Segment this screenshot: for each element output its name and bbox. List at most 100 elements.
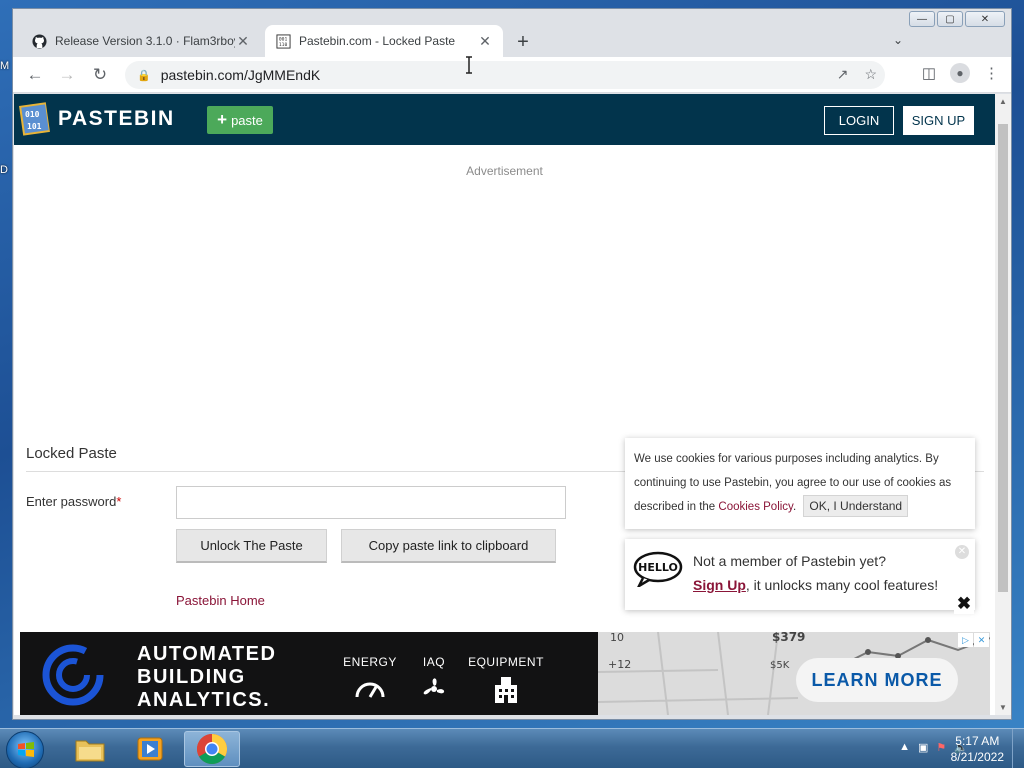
- taskbar-explorer[interactable]: [62, 731, 118, 767]
- hello-bubble-icon: HELLO: [633, 551, 683, 587]
- svg-text:101: 101: [27, 122, 42, 131]
- signup-promo: HELLO Not a member of Pastebin yet? Sign…: [625, 539, 975, 610]
- learn-more-button[interactable]: LEARN MORE: [796, 658, 958, 702]
- chrome-icon: [196, 734, 228, 765]
- windows-flag-icon: [18, 742, 34, 757]
- plus-icon: +: [217, 110, 228, 129]
- new-paste-label: paste: [231, 112, 263, 128]
- github-icon: [31, 33, 47, 49]
- svg-text:010: 010: [25, 110, 40, 119]
- network-icon[interactable]: ▣: [918, 741, 928, 754]
- ad-map-stat: $379: [772, 632, 805, 644]
- ad-headline-line: BUILDING: [137, 666, 246, 688]
- ad-headline: AUTOMATED BUILDING ANALYTICS.: [137, 643, 276, 712]
- promo-dismiss-icon[interactable]: ✕: [955, 545, 969, 559]
- tab-close-icon[interactable]: ✕: [235, 33, 251, 50]
- back-icon[interactable]: ←: [23, 63, 47, 87]
- tab-pastebin-locked[interactable]: 001 110 Pastebin.com - Locked Paste ✕: [265, 25, 503, 57]
- password-label: Enter password*: [26, 494, 121, 509]
- cookie-text-end: .: [792, 501, 797, 513]
- ad-brand-logo-icon: [42, 644, 104, 706]
- ad-close-icon[interactable]: ✖: [954, 594, 974, 614]
- ad-map-stat: $5K: [770, 660, 790, 671]
- new-tab-icon[interactable]: +: [513, 31, 533, 54]
- ad-close-small-icon[interactable]: ✕: [974, 633, 989, 647]
- page-viewport: 010 101 PASTEBIN + paste LOGIN SIGN UP A…: [14, 94, 995, 715]
- desktop-icon-label-fragment: D: [0, 164, 8, 176]
- adchoices-icon[interactable]: ▷: [958, 633, 973, 647]
- tab-title: Release Version 3.1.0 · Flam3rboy: [55, 34, 235, 48]
- promo-subline-text: , it unlocks many cool features!: [745, 577, 939, 593]
- show-desktop-button[interactable]: [1012, 729, 1024, 768]
- page-scrollbar[interactable]: ▲ ▼: [995, 94, 1011, 715]
- desktop-icon-label-fragment: M: [0, 60, 10, 72]
- start-button[interactable]: [6, 731, 44, 768]
- profile-avatar-icon[interactable]: ●: [950, 63, 970, 83]
- cookie-accept-button[interactable]: OK, I Understand: [803, 495, 909, 517]
- adchoices-badge[interactable]: ▷ ✕: [958, 633, 989, 647]
- ad-banner[interactable]: AUTOMATED BUILDING ANALYTICS. ENERGY IAQ…: [20, 632, 990, 715]
- pastebin-icon: 001 110: [275, 33, 291, 49]
- lock-icon[interactable]: 🔒: [137, 69, 151, 82]
- ad-category-iaq: IAQ: [418, 655, 450, 703]
- ad-map-stat: 10: [610, 632, 624, 644]
- share-icon[interactable]: ↗: [837, 66, 849, 83]
- svg-text:110: 110: [278, 42, 287, 48]
- copy-link-button[interactable]: Copy paste link to clipboard: [341, 529, 556, 563]
- taskbar-chrome[interactable]: [184, 731, 240, 767]
- media-player-icon: [137, 737, 163, 761]
- ad-headline-line: ANALYTICS.: [137, 689, 271, 711]
- svg-text:001: 001: [278, 36, 287, 42]
- login-button[interactable]: LOGIN: [824, 106, 894, 135]
- advertisement-label: Advertisement: [466, 164, 543, 178]
- bookmark-star-icon[interactable]: ☆: [864, 66, 877, 83]
- tab-close-icon[interactable]: ✕: [477, 33, 493, 50]
- required-mark: *: [116, 494, 122, 509]
- promo-headline: Not a member of Pastebin yet?: [693, 553, 886, 569]
- promo-subline: Sign Up, it unlocks many cool features!: [693, 577, 938, 593]
- scroll-down-icon[interactable]: ▼: [999, 703, 1007, 712]
- gauge-icon: [355, 682, 385, 698]
- tab-github-release[interactable]: Release Version 3.1.0 · Flam3rboy ✕: [21, 25, 261, 57]
- tray-expand-icon[interactable]: ▲: [899, 741, 910, 754]
- url-text[interactable]: pastebin.com/JgMMEndK: [161, 67, 321, 83]
- password-input[interactable]: [176, 486, 566, 519]
- fan-icon: [423, 678, 445, 695]
- action-center-flag-icon[interactable]: ⚑: [936, 741, 946, 754]
- clock-time: 5:17 AM: [955, 734, 1000, 748]
- signup-button[interactable]: SIGN UP: [903, 106, 974, 135]
- address-bar[interactable]: 🔒 pastebin.com/JgMMEndK ↗ ☆: [125, 61, 885, 89]
- svg-text:HELLO: HELLO: [638, 561, 678, 574]
- unlock-paste-button[interactable]: Unlock The Paste: [176, 529, 327, 563]
- tab-title: Pastebin.com - Locked Paste: [299, 34, 456, 48]
- pastebin-brand[interactable]: PASTEBIN: [58, 107, 175, 131]
- new-paste-button[interactable]: + paste: [207, 106, 273, 134]
- promo-signup-link[interactable]: Sign Up: [693, 577, 746, 593]
- scrollbar-thumb[interactable]: [998, 124, 1008, 592]
- ad-category-label: ENERGY: [343, 655, 397, 669]
- scroll-up-icon[interactable]: ▲: [999, 97, 1007, 106]
- ad-map-stat: +12: [608, 658, 631, 671]
- cookie-notice: We use cookies for various purposes incl…: [625, 438, 975, 529]
- folder-icon: [75, 740, 105, 762]
- clock[interactable]: 5:17 AM 8/21/2022: [951, 733, 1004, 765]
- browser-window: — ▢ ✕ Release Version 3.1.0 · Flam3rboy …: [12, 8, 1012, 720]
- text-cursor-icon: [466, 56, 472, 74]
- taskbar-media-player[interactable]: [122, 731, 178, 767]
- page-title: Locked Paste: [26, 445, 117, 462]
- side-panel-icon[interactable]: ◫: [922, 64, 936, 82]
- pastebin-home-link[interactable]: Pastebin Home: [176, 593, 265, 608]
- ad-category-label: IAQ: [422, 655, 446, 669]
- ad-category-equipment: EQUIPMENT: [468, 655, 544, 703]
- pastebin-header: 010 101 PASTEBIN + paste LOGIN SIGN UP: [14, 94, 995, 145]
- pastebin-logo-icon[interactable]: 010 101: [18, 100, 52, 138]
- forward-icon[interactable]: →: [55, 63, 79, 87]
- password-label-text: Enter password: [26, 494, 117, 509]
- cookies-policy-link[interactable]: Cookies Policy: [718, 501, 793, 513]
- browser-toolbar: ← → ↻ 🔒 pastebin.com/JgMMEndK ↗ ☆ ◫ ● ⋮: [13, 57, 1011, 93]
- reload-icon[interactable]: ↻: [88, 63, 112, 87]
- tab-search-chevron-icon[interactable]: ⌄: [893, 33, 903, 47]
- menu-kebab-icon[interactable]: ⋮: [984, 64, 999, 82]
- building-icon: [495, 677, 517, 703]
- taskbar: ▲ ▣ ⚑ 🔈 5:17 AM 8/21/2022: [0, 728, 1024, 768]
